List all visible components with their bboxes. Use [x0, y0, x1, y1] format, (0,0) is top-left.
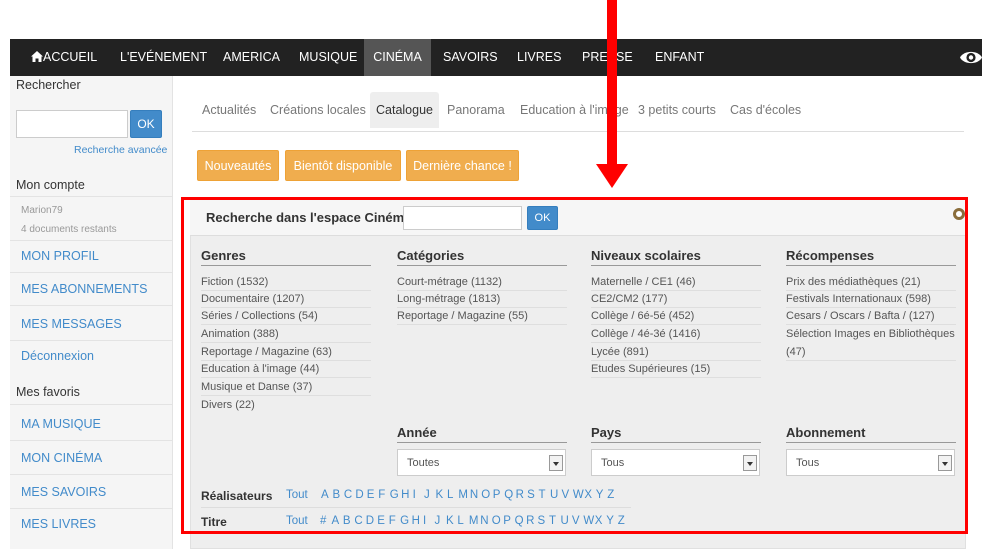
annotation-arrow-shaft — [607, 0, 617, 166]
sidebar-search-input[interactable] — [16, 110, 128, 138]
divider — [10, 340, 173, 341]
annotation-arrow-head — [596, 164, 628, 188]
home-icon — [31, 51, 43, 62]
search-label: Rechercher — [16, 78, 81, 92]
sidebar-link-abonnements[interactable]: MES ABONNEMENTS — [21, 282, 147, 296]
sidebar-link-deconnexion[interactable]: Déconnexion — [21, 349, 94, 363]
username: Marion79 — [21, 205, 63, 216]
sidebar-link-messages[interactable]: MES MESSAGES — [21, 317, 122, 331]
top-nav: ACCUEIL L'EVÉNEMENT AMERICA MUSIQUE CINÉ… — [10, 39, 982, 76]
divider — [10, 240, 173, 241]
tab-creations-locales[interactable]: Créations locales — [264, 92, 372, 128]
nav-item-livres[interactable]: LIVRES — [517, 39, 561, 76]
annotation-highlight-box — [181, 197, 968, 534]
sidebar-fav-musique[interactable]: MA MUSIQUE — [21, 417, 101, 431]
sidebar-fav-savoirs[interactable]: MES SAVOIRS — [21, 485, 106, 499]
tab-cas-ecoles[interactable]: Cas d'écoles — [724, 92, 807, 128]
derniere-chance-button[interactable]: Dernière chance ! — [406, 150, 519, 181]
tabs-underline — [192, 131, 964, 132]
nav-item-evenement[interactable]: L'EVÉNEMENT — [120, 39, 207, 76]
divider — [10, 305, 173, 306]
divider — [10, 474, 173, 475]
bientot-disponible-button[interactable]: Bientôt disponible — [285, 150, 401, 181]
nouveautes-button[interactable]: Nouveautés — [197, 150, 279, 181]
documents-left: 4 documents restants — [21, 224, 117, 235]
advanced-search-link[interactable]: Recherche avancée — [74, 144, 167, 156]
nav-item-savoirs[interactable]: SAVOIRS — [443, 39, 498, 76]
sidebar-fav-cinema[interactable]: MON CINÉMA — [21, 451, 102, 465]
sidebar-fav-livres[interactable]: MES LIVRES — [21, 517, 96, 531]
account-title: Mon compte — [16, 178, 85, 192]
tab-panorama[interactable]: Panorama — [441, 92, 511, 128]
nav-item-enfant[interactable]: ENFANT — [655, 39, 704, 76]
tab-3-petits-courts[interactable]: 3 petits courts — [632, 92, 722, 128]
favorites-title: Mes favoris — [16, 385, 80, 399]
divider — [10, 272, 173, 273]
nav-item-cinema[interactable]: CINÉMA — [364, 39, 431, 76]
divider — [10, 440, 173, 441]
tab-catalogue[interactable]: Catalogue — [370, 92, 439, 128]
divider — [10, 508, 173, 509]
nav-item-accueil[interactable]: ACCUEIL — [31, 39, 97, 76]
divider — [10, 196, 173, 197]
tab-actualites[interactable]: Actualités — [196, 92, 262, 128]
sidebar: Rechercher OK Recherche avancée Mon comp… — [10, 76, 173, 549]
nav-item-america[interactable]: AMERICA — [223, 39, 280, 76]
sidebar-ok-button[interactable]: OK — [130, 110, 162, 138]
sidebar-link-profil[interactable]: MON PROFIL — [21, 249, 99, 263]
nav-label-accueil: ACCUEIL — [43, 50, 98, 64]
nav-item-musique[interactable]: MUSIQUE — [299, 39, 357, 76]
divider — [10, 404, 173, 405]
eye-icon[interactable] — [959, 48, 982, 67]
